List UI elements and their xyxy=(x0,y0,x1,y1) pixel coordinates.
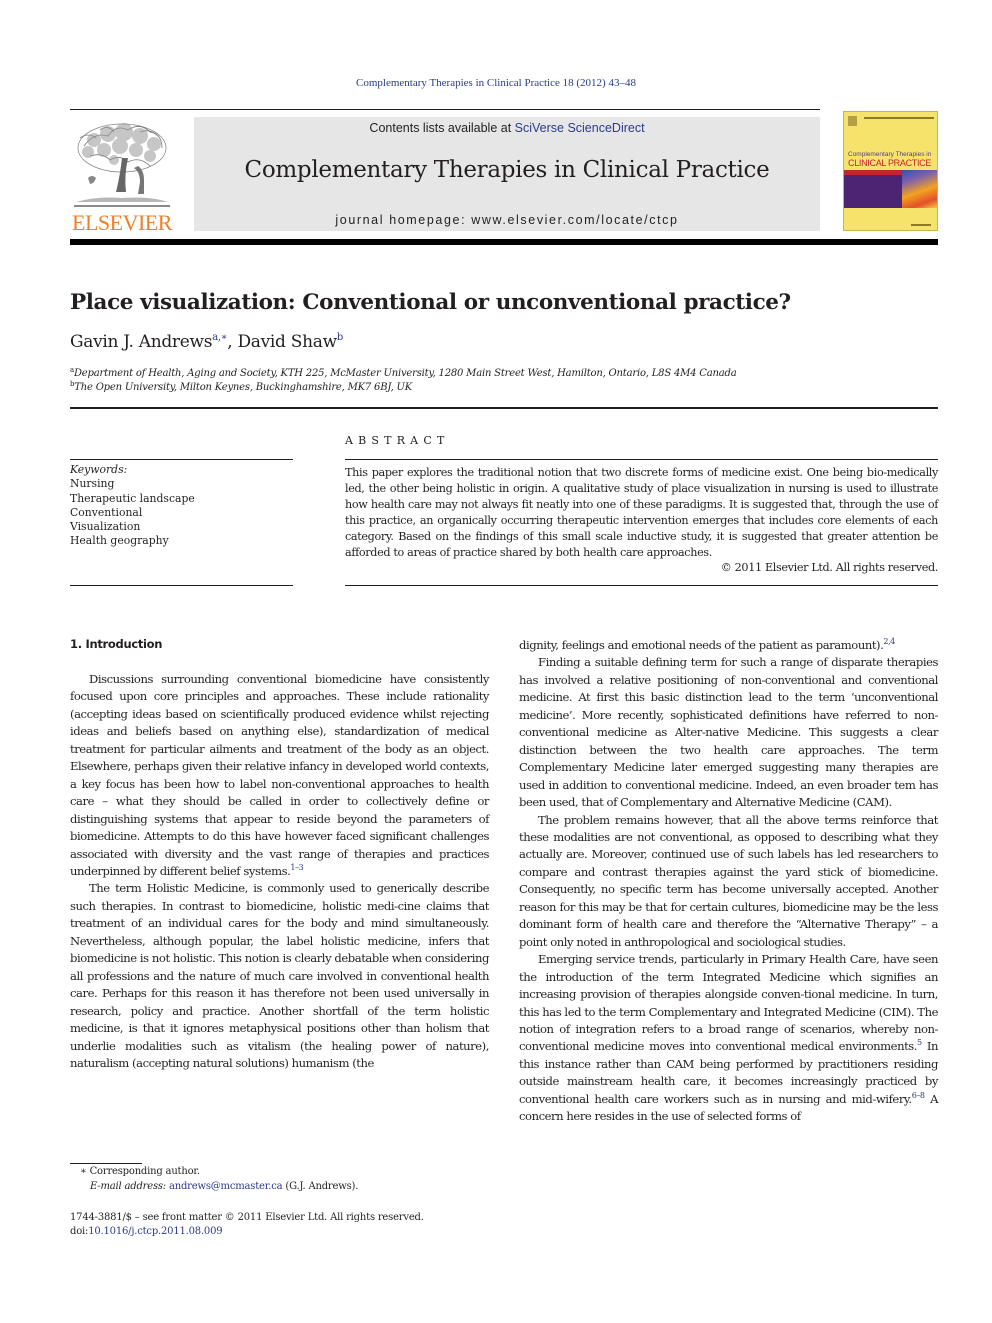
doi-label: doi: xyxy=(70,1226,89,1237)
affiliation: aDepartment of Health, Aging and Society… xyxy=(70,366,737,379)
email-link[interactable]: andrews@mcmaster.ca xyxy=(169,1181,283,1192)
body-column-left: Discussions surrounding conventional bio… xyxy=(70,671,489,1072)
abstract-text: This paper explores the traditional noti… xyxy=(345,466,938,559)
section-heading: 1. Introduction xyxy=(70,637,163,651)
paragraph-text: Discussions surrounding conventional bio… xyxy=(70,672,489,878)
journal-masthead: Contents lists available at SciVerse Sci… xyxy=(194,117,820,231)
email-suffix: (G.J. Andrews). xyxy=(282,1181,359,1192)
paragraph-text: dignity, feelings and emotional needs of… xyxy=(519,638,884,652)
paragraph-text: Finding a suitable defining term for suc… xyxy=(519,655,938,810)
citation-link[interactable]: 2,4 xyxy=(883,637,895,646)
abstract-heading: ABSTRACT xyxy=(345,434,450,447)
author-name[interactable]: David Shaw xyxy=(237,332,337,352)
keyword-item: Visualization xyxy=(70,520,141,534)
homepage-label: journal homepage: xyxy=(335,213,472,227)
cover-title-line1: Complementary Therapies in xyxy=(848,151,932,158)
paragraph-text: The problem remains however, that all th… xyxy=(519,812,938,949)
affiliation-text: Department of Health, Aging and Society,… xyxy=(73,368,737,379)
masthead-thick-rule xyxy=(70,239,938,245)
cover-footer-line xyxy=(911,224,931,226)
paragraph-text: Emerging service trends, particularly in… xyxy=(519,952,938,1054)
paragraph: The problem remains however, that all th… xyxy=(519,812,938,952)
affiliation-text: The Open University, Milton Keynes, Buck… xyxy=(74,382,413,393)
paragraph: Finding a suitable defining term for suc… xyxy=(519,654,938,811)
cover-purple-block xyxy=(844,175,902,208)
keyword-item: Health geography xyxy=(70,534,169,548)
corresponding-mark: ∗ xyxy=(80,1166,87,1177)
journal-title: Complementary Therapies in Clinical Prac… xyxy=(244,157,770,183)
author-list: Gavin J. Andrewsa,∗, David Shawb xyxy=(70,332,343,352)
sciencedirect-link[interactable]: SciVerse ScienceDirect xyxy=(515,121,645,135)
paragraph: The term Holistic Medicine, is commonly … xyxy=(70,880,489,1072)
author-affil-mark[interactable]: b xyxy=(337,332,343,343)
elsevier-logo: ELSEVIER xyxy=(70,118,174,235)
journal-homepage: journal homepage: www.elsevier.com/locat… xyxy=(194,213,820,227)
cover-header-line xyxy=(864,117,934,119)
corresponding-author-note: ∗ Corresponding author. xyxy=(80,1166,200,1177)
keyword-item: Therapeutic landscape xyxy=(70,491,195,505)
keywords-rule-top xyxy=(70,459,293,460)
author-name[interactable]: Gavin J. Andrews xyxy=(70,332,212,352)
body-column-right: dignity, feelings and emotional needs of… xyxy=(519,637,938,1126)
paragraph-text: The term Holistic Medicine, is commonly … xyxy=(70,881,489,1070)
paragraph: Discussions surrounding conventional bio… xyxy=(70,671,489,880)
abstract-rule-bottom xyxy=(345,585,938,586)
cover-elsevier-icon xyxy=(848,116,857,126)
cover-artwork xyxy=(902,170,937,208)
citation-link[interactable]: 6–8 xyxy=(912,1091,925,1100)
author-affil-mark[interactable]: a,∗ xyxy=(212,332,227,343)
author-separator: , xyxy=(227,332,238,352)
contents-prefix: Contents lists available at xyxy=(369,121,515,135)
contents-line: Contents lists available at SciVerse Sci… xyxy=(194,121,820,135)
cover-title-line2: CLINICAL PRACTICE xyxy=(848,158,932,168)
running-head[interactable]: Complementary Therapies in Clinical Prac… xyxy=(0,77,992,89)
front-matter-line: 1744-3881/$ – see front matter © 2011 El… xyxy=(70,1212,424,1223)
homepage-url[interactable]: www.elsevier.com/locate/ctcp xyxy=(471,213,678,227)
keywords-rule-bottom xyxy=(70,585,293,586)
abstract-rule-top xyxy=(345,459,938,460)
footnote-rule xyxy=(70,1163,142,1164)
affiliation: bThe Open University, Milton Keynes, Buc… xyxy=(70,380,412,393)
corresponding-text: Corresponding author. xyxy=(86,1166,201,1177)
elsevier-wordmark: ELSEVIER xyxy=(72,210,172,235)
article-title: Place visualization: Conventional or unc… xyxy=(70,290,791,315)
header-rule xyxy=(70,109,820,110)
paragraph: Emerging service trends, particularly in… xyxy=(519,951,938,1126)
keyword-item: Conventional xyxy=(70,505,143,519)
doi-link[interactable]: 10.1016/j.ctcp.2011.08.009 xyxy=(88,1226,222,1237)
email-label: E-mail address: xyxy=(90,1181,169,1192)
keywords-block: Keywords: Nursing Therapeutic landscape … xyxy=(70,463,195,549)
email-note: E-mail address: andrews@mcmaster.ca (G.J… xyxy=(90,1181,358,1192)
keyword-item: Nursing xyxy=(70,477,115,491)
journal-cover-thumbnail: Complementary Therapies in CLINICAL PRAC… xyxy=(843,111,938,231)
keywords-label: Keywords: xyxy=(70,463,128,476)
article-info-rule xyxy=(70,407,938,409)
paragraph: dignity, feelings and emotional needs of… xyxy=(519,637,938,654)
doi-line: doi:10.1016/j.ctcp.2011.08.009 xyxy=(70,1226,223,1237)
elsevier-tree-icon xyxy=(74,123,170,207)
citation-link[interactable]: 1–3 xyxy=(290,863,303,872)
abstract-copyright: © 2011 Elsevier Ltd. All rights reserved… xyxy=(720,561,939,574)
